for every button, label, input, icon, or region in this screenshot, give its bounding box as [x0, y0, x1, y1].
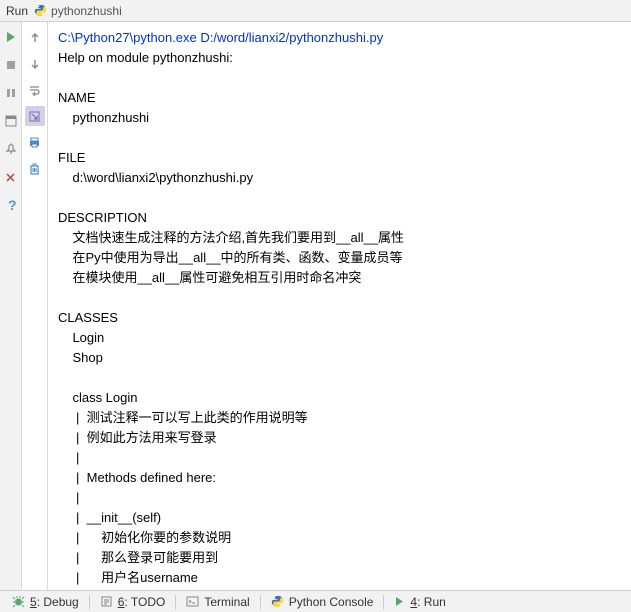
output-line: |	[58, 488, 621, 508]
output-line: DESCRIPTION	[58, 208, 621, 228]
close-icon[interactable]	[4, 170, 18, 184]
output-line: |	[58, 448, 621, 468]
output-line: 在Py中使用为导出__all__中的所有类、函数、变量成员等	[58, 248, 621, 268]
separator	[383, 595, 384, 609]
terminal-icon	[186, 595, 199, 608]
footer-debug-button[interactable]: 5: Debug	[4, 591, 87, 612]
main-area: ? C:\Python27\python.exe D:/word/lianxi2…	[0, 22, 631, 590]
output-line: 文档快速生成注释的方法介绍,首先我们要用到__all__属性	[58, 228, 621, 248]
svg-text:?: ?	[8, 198, 17, 212]
output-line: | 测试注释一可以写上此类的作用说明等	[58, 408, 621, 428]
run-gutter: ?	[0, 22, 22, 590]
output-line: | 用户名username	[58, 568, 621, 588]
restore-layout-icon[interactable]	[4, 114, 18, 128]
output-line	[58, 68, 621, 88]
footer-todo-button[interactable]: 6: TODO	[92, 591, 174, 612]
python-icon	[271, 595, 284, 608]
output-line	[58, 368, 621, 388]
scroll-down-icon[interactable]	[25, 54, 45, 74]
stop-button[interactable]	[4, 58, 18, 72]
output-line: FILE	[58, 148, 621, 168]
todo-icon	[100, 595, 113, 608]
output-line: | 那么登录可能要用到	[58, 548, 621, 568]
output-line: Shop	[58, 348, 621, 368]
output-line: NAME	[58, 88, 621, 108]
output-line: | 例如此方法用来写登录	[58, 428, 621, 448]
run-config-selector[interactable]: pythonzhushi	[34, 4, 122, 18]
output-line: 在模块使用__all__属性可避免相互引用时命名冲突	[58, 268, 621, 288]
help-icon[interactable]: ?	[4, 198, 18, 212]
output-line: Help on module pythonzhushi:	[58, 48, 621, 68]
command-line: C:\Python27\python.exe D:/word/lianxi2/p…	[58, 28, 621, 48]
output-line: | 初始化你要的参数说明	[58, 528, 621, 548]
output-lines: Help on module pythonzhushi: NAME python…	[58, 48, 621, 588]
output-line: pythonzhushi	[58, 108, 621, 128]
play-icon	[394, 596, 405, 607]
separator	[89, 595, 90, 609]
output-line	[58, 128, 621, 148]
pin-icon[interactable]	[4, 142, 18, 156]
output-line: d:\word\lianxi2\pythonzhushi.py	[58, 168, 621, 188]
output-line: class Login	[58, 388, 621, 408]
panel-label: Run	[6, 4, 28, 18]
footer-python-console-button[interactable]: Python Console	[263, 591, 382, 612]
console-output[interactable]: C:\Python27\python.exe D:/word/lianxi2/p…	[48, 22, 631, 590]
output-line: Login	[58, 328, 621, 348]
console-toolbar	[22, 22, 48, 590]
scroll-up-icon[interactable]	[25, 28, 45, 48]
separator	[260, 595, 261, 609]
output-line: | Methods defined here:	[58, 468, 621, 488]
run-config-name: pythonzhushi	[51, 4, 122, 18]
pause-button[interactable]	[4, 86, 18, 100]
output-line	[58, 288, 621, 308]
run-button[interactable]	[4, 30, 18, 44]
footer-run-button[interactable]: 4: Run	[386, 591, 453, 612]
status-bar: 5: Debug 6: TODO Terminal Python Console…	[0, 590, 631, 612]
clear-all-icon[interactable]	[25, 158, 45, 178]
footer-terminal-button[interactable]: Terminal	[178, 591, 257, 612]
soft-wrap-icon[interactable]	[25, 80, 45, 100]
output-line: | __init__(self)	[58, 508, 621, 528]
bug-icon	[12, 595, 25, 608]
output-line	[58, 188, 621, 208]
scroll-to-end-icon[interactable]	[25, 106, 45, 126]
run-panel-header: Run pythonzhushi	[0, 0, 631, 22]
print-icon[interactable]	[25, 132, 45, 152]
output-line: CLASSES	[58, 308, 621, 328]
separator	[175, 595, 176, 609]
python-icon	[34, 4, 47, 17]
